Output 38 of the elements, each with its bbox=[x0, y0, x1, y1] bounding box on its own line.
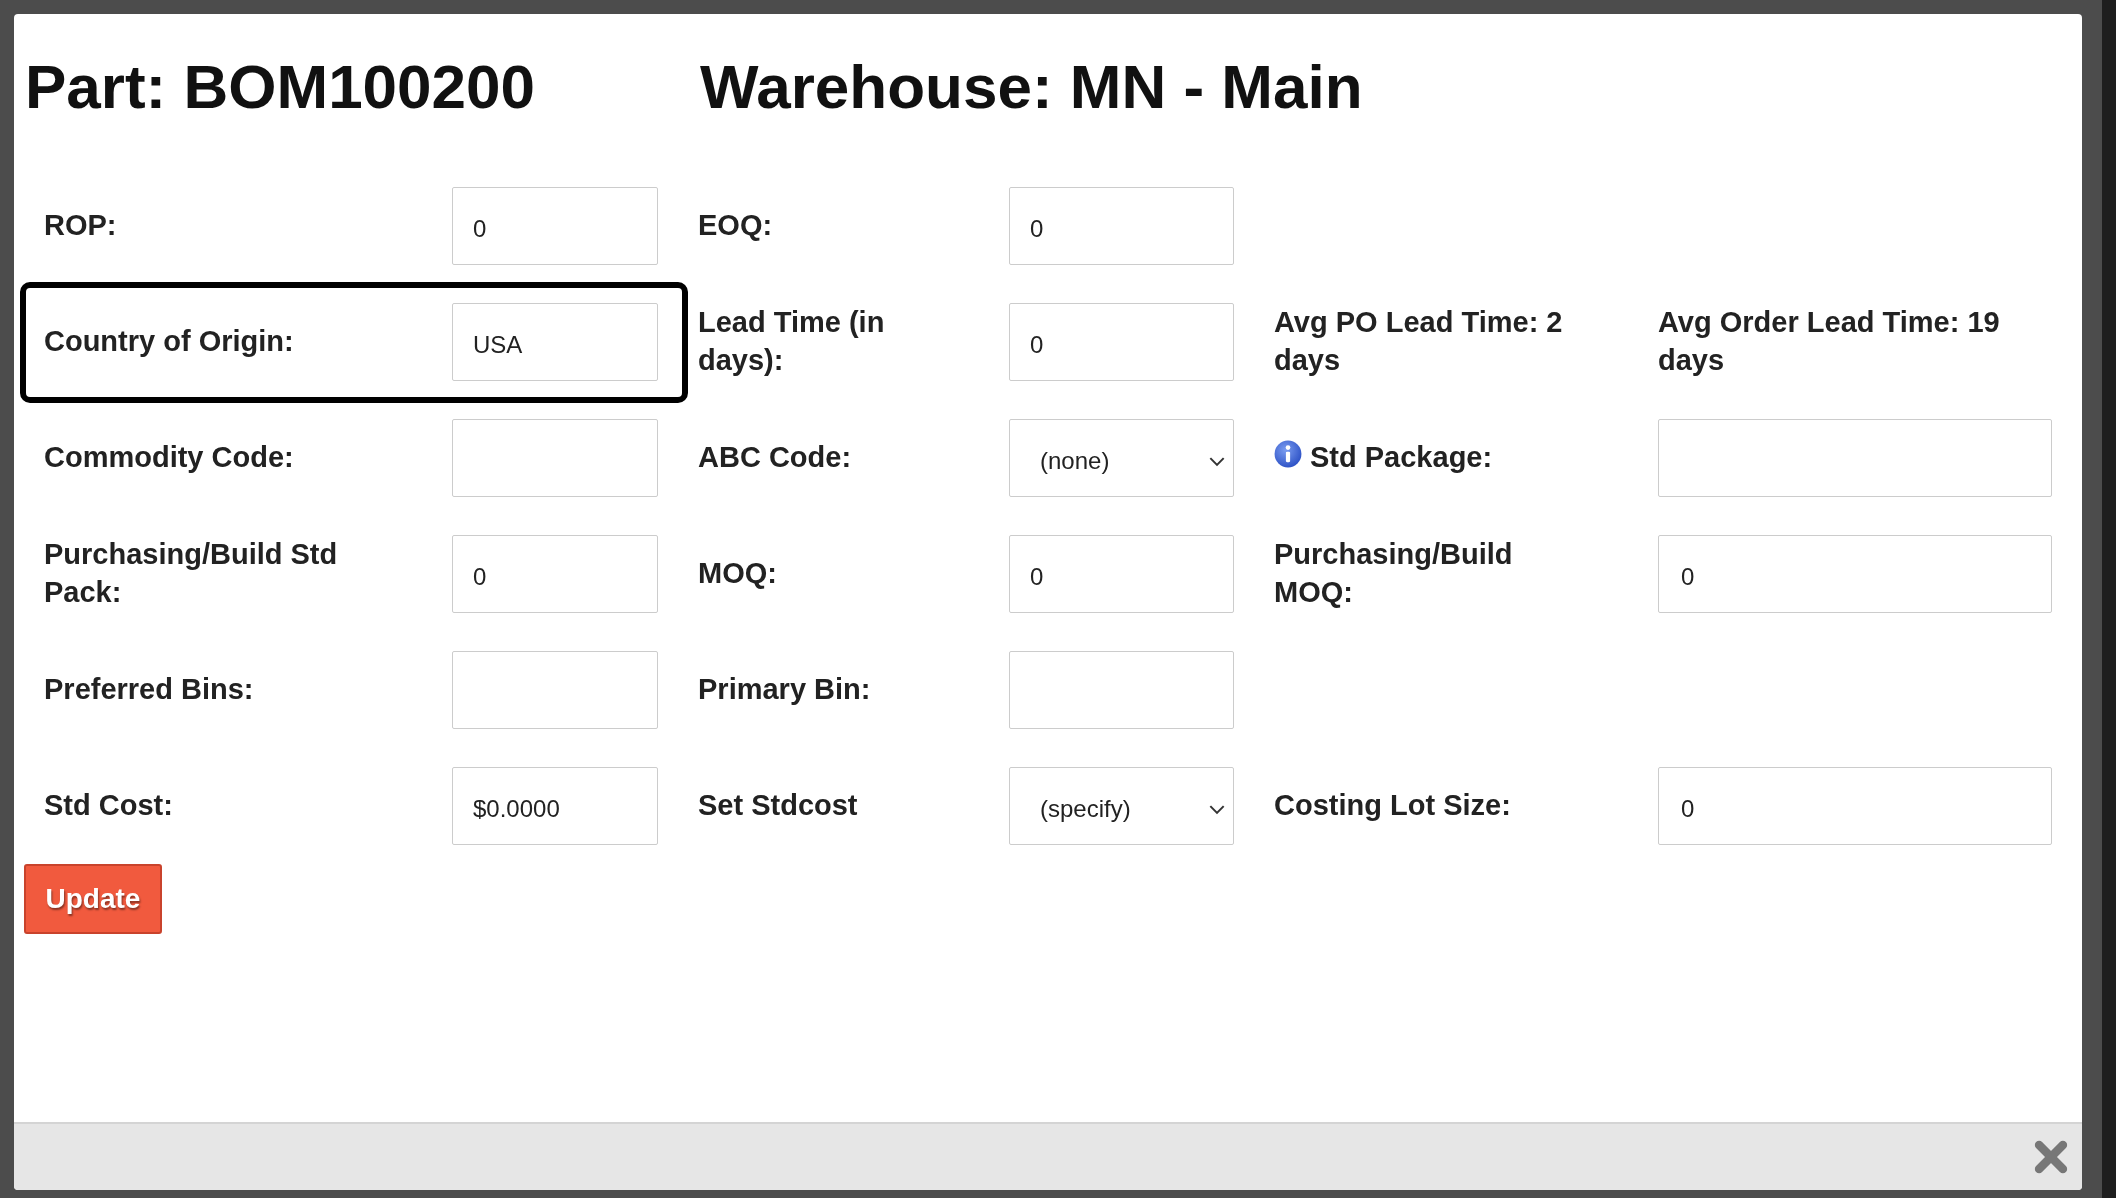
field-label: Country of Origin: bbox=[44, 324, 294, 360]
field-label: Std Package: bbox=[1310, 440, 1493, 476]
field-label: EOQ: bbox=[698, 208, 773, 244]
field-label: Set Stdcost bbox=[698, 788, 858, 824]
field-label: Preferred Bins: bbox=[44, 672, 254, 708]
field-label: Std Cost: bbox=[44, 788, 173, 824]
field-label: Primary Bin: bbox=[698, 672, 871, 708]
input-field[interactable]: 0 bbox=[1658, 535, 2052, 613]
field-label: MOQ: bbox=[698, 556, 777, 592]
input-field[interactable]: 0 bbox=[452, 187, 658, 265]
field-label: Avg PO Lead Time: 2 days bbox=[1274, 305, 1564, 378]
input-field[interactable] bbox=[1009, 651, 1234, 729]
input-field[interactable] bbox=[1658, 419, 2052, 497]
field-label: Costing Lot Size: bbox=[1274, 788, 1511, 824]
input-field[interactable]: 0 bbox=[1009, 187, 1234, 265]
input-field[interactable]: 0 bbox=[1658, 767, 2052, 845]
info-icon[interactable] bbox=[1274, 440, 1302, 468]
input-field[interactable]: 0 bbox=[452, 535, 658, 613]
part-title: Part: BOM100200 bbox=[24, 50, 537, 122]
field-label: Avg Order Lead Time: 19 days bbox=[1658, 305, 2001, 378]
field-label: Purchasing/Build Std Pack: bbox=[44, 537, 339, 610]
chevron-icon bbox=[1209, 455, 1225, 467]
dropdown[interactable]: (none) bbox=[1009, 419, 1234, 497]
field-label: Commodity Code: bbox=[44, 440, 294, 476]
field-label: Lead Time (in days): bbox=[698, 305, 886, 378]
dropdown[interactable]: (specify) bbox=[1009, 767, 1234, 845]
close-icon[interactable] bbox=[2034, 1140, 2068, 1174]
field-label: ROP: bbox=[44, 208, 117, 244]
warehouse-title: Warehouse: MN - Main bbox=[700, 50, 1363, 122]
input-field[interactable]: 0 bbox=[1009, 303, 1234, 381]
field-label: Purchasing/Build MOQ: bbox=[1274, 537, 1514, 610]
field-label: ABC Code: bbox=[698, 440, 852, 476]
input-field[interactable] bbox=[452, 419, 658, 497]
chevron-icon bbox=[1209, 803, 1225, 815]
input-field[interactable]: 0 bbox=[1009, 535, 1234, 613]
input-field[interactable]: USA bbox=[452, 303, 658, 381]
input-field[interactable] bbox=[452, 651, 658, 729]
input-field[interactable]: $0.0000 bbox=[452, 767, 658, 845]
